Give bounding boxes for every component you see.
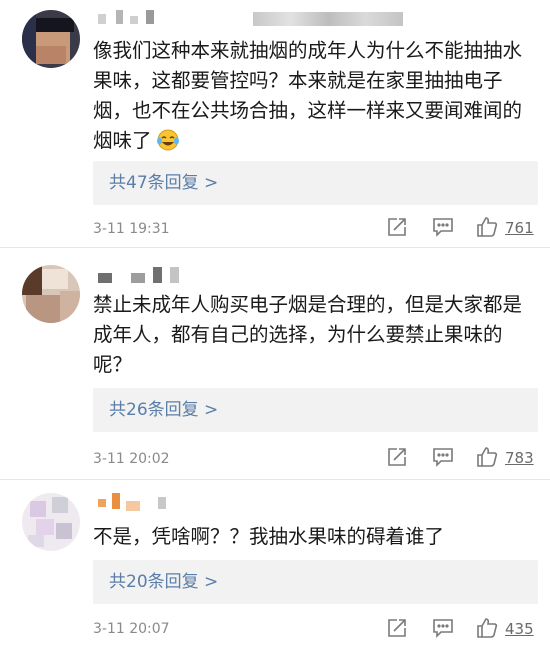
comment-item: 不是，凭啥啊？？我抽水果味的碍着谁了 共20条回复 > 3-11 20:07 4… [0, 0, 550, 648]
comment-text: 不是，凭啥啊？？我抽水果味的碍着谁了 [93, 525, 445, 548]
like-count[interactable]: 435 [505, 620, 534, 638]
comment-button[interactable] [432, 617, 454, 639]
view-replies-link[interactable]: 共20条回复 > [109, 560, 218, 604]
reply-summary[interactable]: 共20条回复 > [93, 560, 538, 604]
comment-time: 3-11 20:07 [93, 621, 170, 637]
like-button[interactable] [475, 616, 499, 640]
share-button[interactable] [386, 617, 408, 639]
like-icon [475, 616, 499, 640]
share-icon [386, 617, 408, 639]
comment-icon [432, 617, 454, 639]
avatar[interactable] [22, 493, 80, 551]
